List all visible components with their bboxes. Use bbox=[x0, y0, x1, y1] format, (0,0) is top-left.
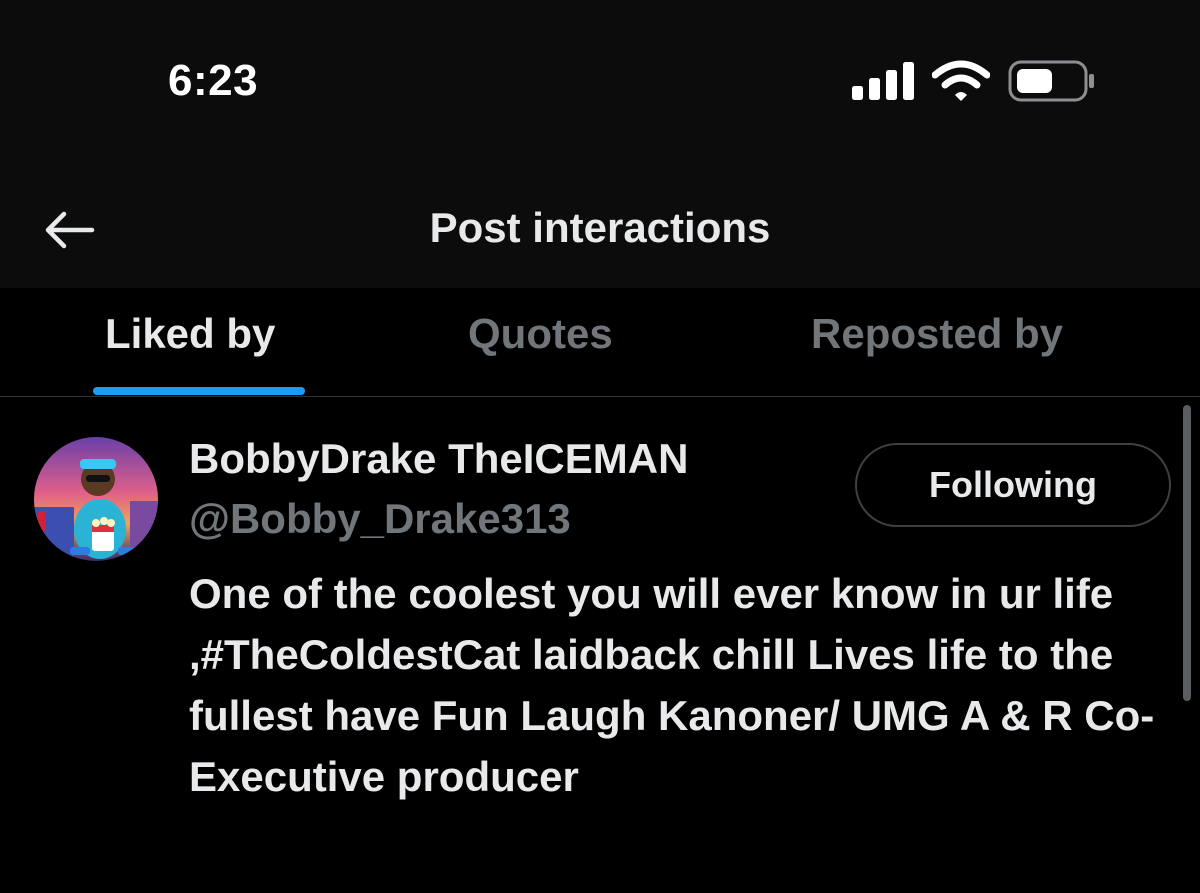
display-name[interactable]: BobbyDrake TheICEMAN bbox=[189, 435, 688, 483]
tab-liked-by[interactable]: Liked by bbox=[105, 310, 275, 358]
page-title: Post interactions bbox=[429, 204, 771, 251]
status-time: 6:23 bbox=[168, 56, 259, 105]
following-button[interactable]: Following bbox=[855, 443, 1171, 527]
user-bio: One of the coolest you will ever know in… bbox=[189, 570, 1155, 800]
signal-icon bbox=[852, 62, 914, 100]
wifi-icon bbox=[932, 60, 990, 101]
avatar[interactable] bbox=[34, 437, 158, 561]
status-bar: 6:23 bbox=[0, 0, 1200, 170]
user-handle: @Bobby_Drake313 bbox=[189, 495, 571, 542]
user-list-item[interactable]: BobbyDrake TheICEMAN @Bobby_Drake313 Fol… bbox=[0, 397, 1200, 893]
scrollbar[interactable] bbox=[1183, 405, 1191, 701]
interaction-tabs: Liked by Quotes Reposted by bbox=[0, 288, 1200, 397]
avatar-image bbox=[34, 437, 158, 561]
active-tab-indicator bbox=[93, 387, 305, 395]
battery-icon bbox=[1008, 60, 1094, 102]
tab-reposted-by[interactable]: Reposted by bbox=[811, 310, 1063, 358]
top-navigation-bar: Post interactions bbox=[0, 170, 1200, 288]
tab-quotes[interactable]: Quotes bbox=[468, 310, 613, 358]
